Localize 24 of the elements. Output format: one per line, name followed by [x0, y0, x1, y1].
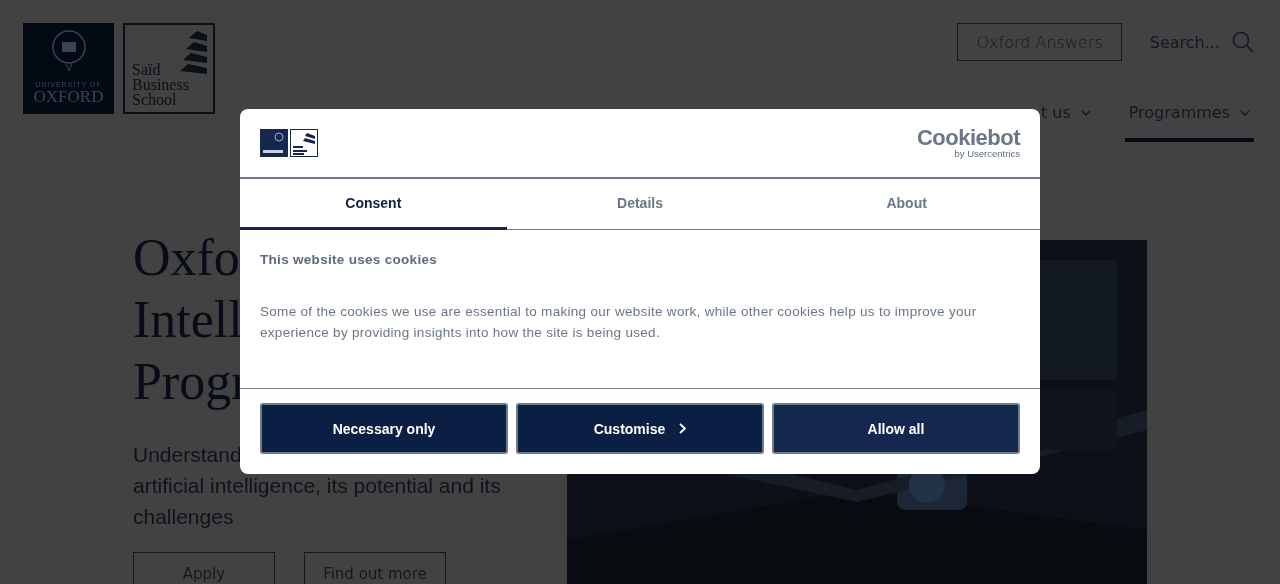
logo-text: OXFORD [33, 88, 104, 106]
logo-text: Business [132, 77, 190, 92]
logo-text: School [132, 92, 178, 107]
hero-heading: Progr [133, 352, 249, 412]
consent-button[interactable]: Allow all [772, 403, 1020, 454]
consent-button[interactable]: Necessary only [260, 403, 508, 454]
dialog-title: This website uses cookies [260, 252, 439, 267]
crest-icon [50, 29, 87, 73]
chevron-right-icon [679, 423, 687, 434]
logo-text: Saïd [132, 62, 162, 77]
chevron-down-icon [1240, 109, 1250, 116]
stripes-icon [179, 31, 207, 75]
dialog-text: Some of the cookies we use are essential to making our website work, while other cookies help us to improve your experience by providing insights into how the site is being used. [260, 303, 978, 342]
hero-heading: Intell [133, 290, 243, 350]
brand-byline: by Usercentrics [954, 149, 1020, 159]
logo-drawing [260, 129, 318, 157]
dialog-tab[interactable]: About [773, 179, 1040, 230]
search-icon[interactable] [1232, 31, 1254, 53]
chevron-down-icon [1080, 109, 1091, 116]
hero-heading: Oxfo [133, 228, 240, 288]
dialog-tab[interactable]: Consent [240, 179, 507, 230]
brand-name: Cookiebot [916, 127, 1020, 149]
consent-button[interactable]: Customise [516, 403, 764, 454]
dialog-tab[interactable]: Details [506, 179, 774, 230]
